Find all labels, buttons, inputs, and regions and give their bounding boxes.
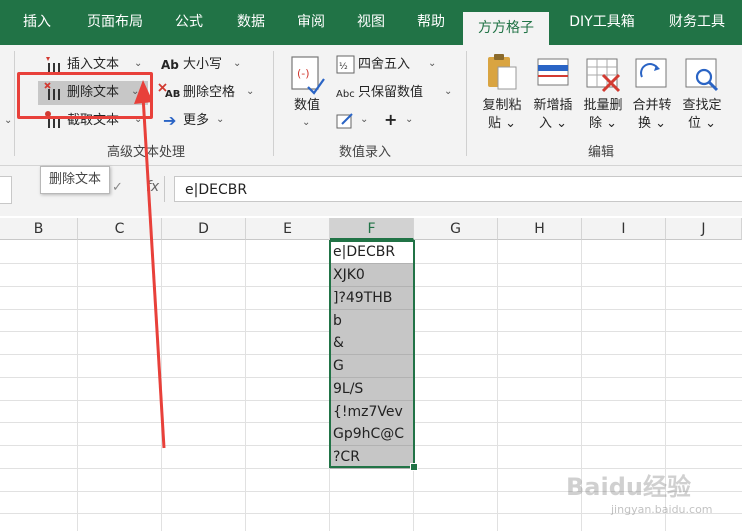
annotation-arrow xyxy=(134,80,166,449)
baidu-watermark-url: jingyan.baidu.com xyxy=(611,503,713,516)
baidu-watermark: Baidu经验 xyxy=(566,473,691,501)
tooltip: 删除文本 xyxy=(40,166,110,194)
